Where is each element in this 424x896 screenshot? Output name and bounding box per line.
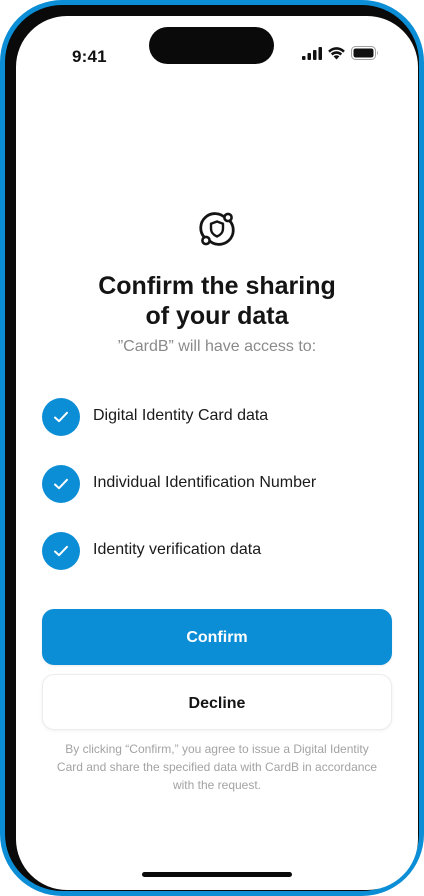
access-item-label: Individual Identification Number (93, 474, 317, 491)
signal-icon (302, 47, 322, 60)
list-item: Identity verification data (42, 532, 402, 572)
data-sharing-shield-icon (199, 212, 235, 246)
phone-frame: 9:41 Confirm the sharing of your data ”C… (0, 0, 424, 896)
status-icons (302, 44, 382, 64)
check-icon (42, 398, 80, 436)
home-indicator[interactable] (142, 872, 292, 877)
phone-screen: 9:41 Confirm the sharing of your data ”C… (16, 16, 418, 890)
phone-bezel: 9:41 Confirm the sharing of your data ”C… (5, 5, 419, 891)
page-title-line-2: of your data (145, 302, 289, 330)
confirm-button[interactable]: Confirm (42, 609, 392, 665)
dynamic-island (149, 27, 274, 64)
list-item: Individual Identification Number (42, 465, 402, 505)
access-item-label: Digital Identity Card data (93, 407, 269, 424)
battery-icon (351, 46, 378, 60)
list-item: Digital Identity Card data (42, 398, 402, 438)
check-icon (42, 465, 80, 503)
consent-disclaimer: By clicking “Confirm,” you agree to issu… (56, 742, 378, 792)
page-title: Confirm the sharing of your data (36, 271, 398, 331)
decline-button[interactable]: Decline (42, 674, 392, 730)
access-item-label: Identity verification data (93, 541, 262, 558)
wifi-icon (328, 47, 345, 60)
access-subtitle: ”CardB” will have access to: (117, 338, 317, 355)
page-title-line-1: Confirm the sharing (98, 272, 336, 300)
status-time: 9:41 (72, 47, 107, 66)
access-list: Digital Identity Card data Individual Id… (42, 398, 402, 599)
check-icon (42, 532, 80, 570)
